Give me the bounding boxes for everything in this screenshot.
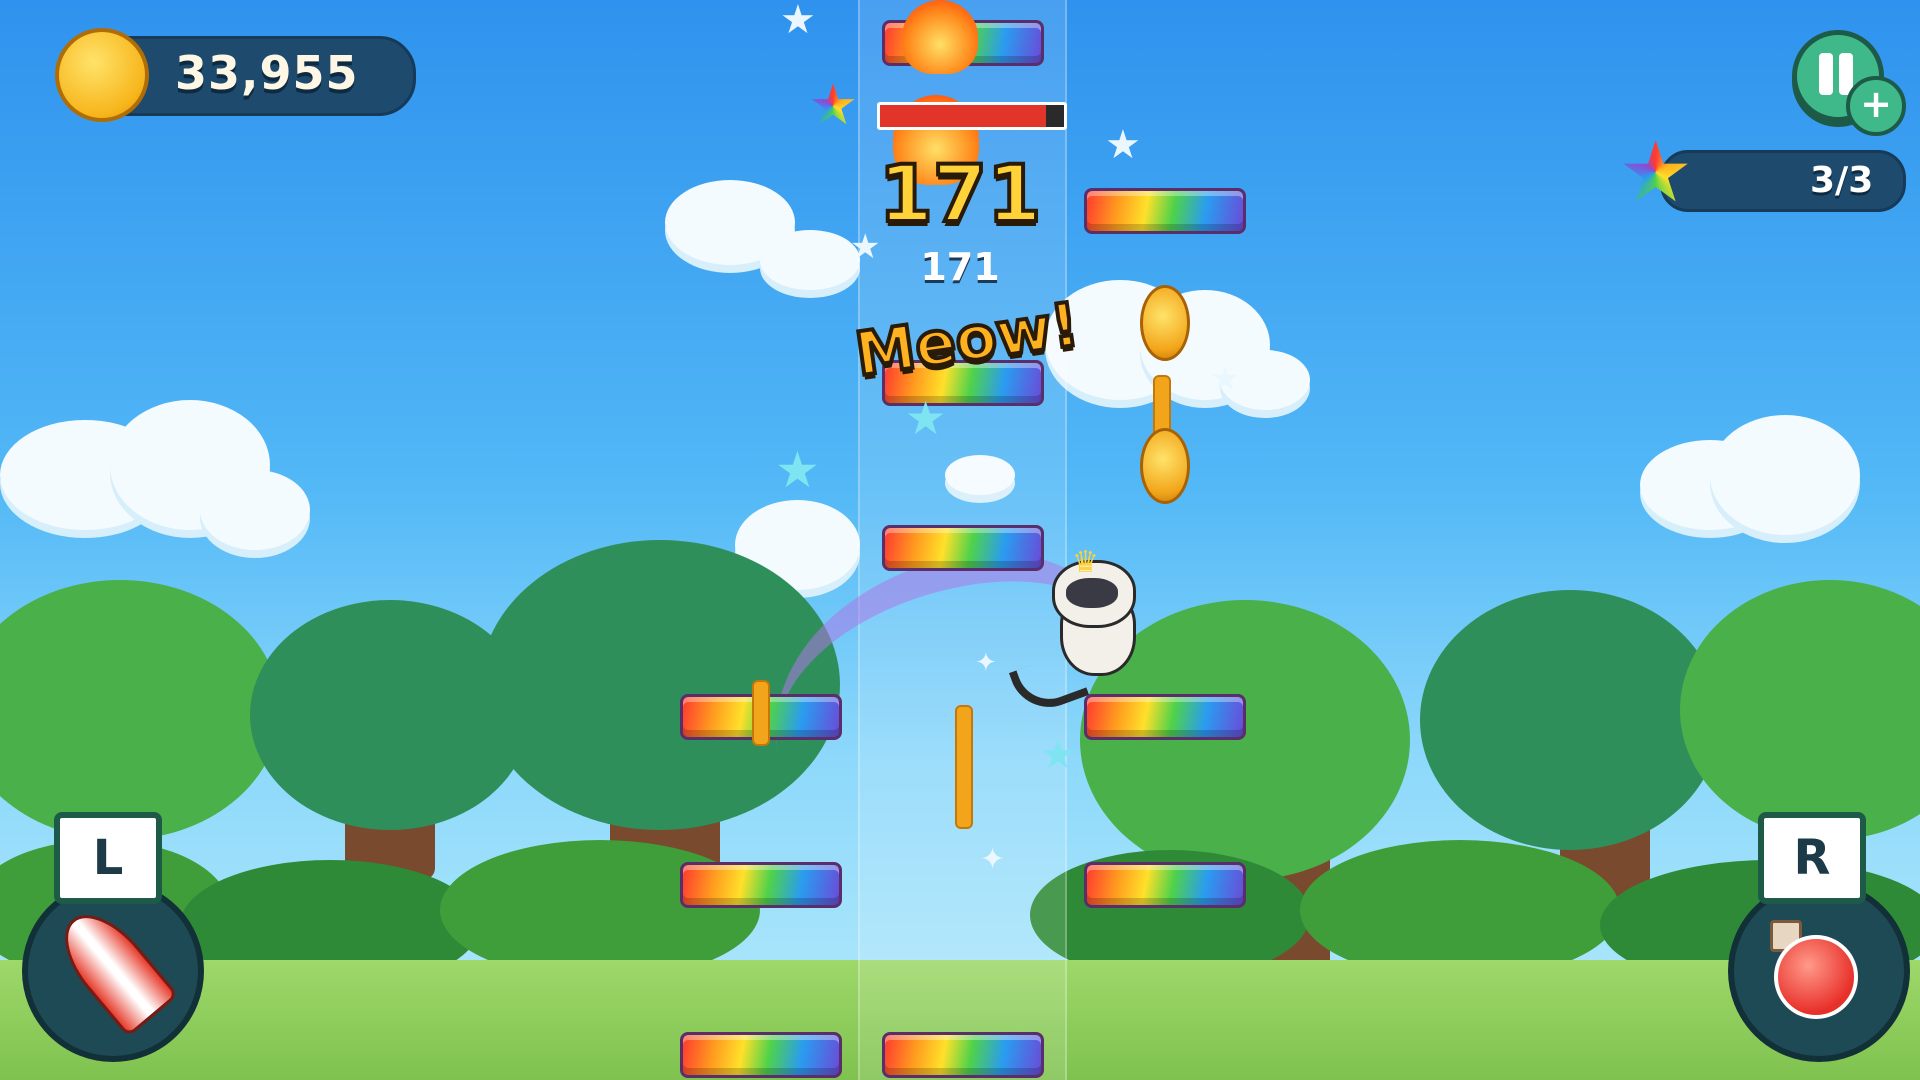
sparkle-star: ★	[1105, 122, 1141, 168]
cloud	[1710, 415, 1860, 535]
powerup-key-right: R	[1758, 812, 1866, 904]
potion-icon	[1774, 935, 1858, 1019]
level-progress-bar	[877, 102, 1067, 130]
height-counter-large: 171	[877, 148, 1044, 242]
rainbow-platform	[1084, 694, 1246, 740]
rainbow-star-icon: ★	[808, 73, 859, 138]
coin-pickup-edge	[752, 680, 770, 746]
coin-count: 33,955	[175, 46, 359, 100]
sparkle-star: ★	[905, 391, 947, 445]
rainbow-platform	[882, 525, 1044, 571]
rainbow-platform	[882, 1032, 1044, 1078]
cloud	[760, 230, 860, 290]
sparkle-star: ★	[1210, 359, 1241, 399]
sparkle-star: ★	[780, 0, 816, 43]
paw-coin-icon	[55, 28, 149, 122]
rainbow-star-icon: ★	[1618, 123, 1694, 221]
rainbow-platform	[680, 862, 842, 908]
rainbow-platform	[1084, 188, 1246, 234]
rainbow-platform	[1084, 862, 1246, 908]
rainbow-platform	[680, 1032, 842, 1078]
sparkle-star: ★	[1040, 732, 1076, 778]
bush	[440, 840, 760, 980]
sparkle-star: ✦	[980, 842, 1006, 877]
sparkle-star: ★	[775, 441, 820, 499]
height-counter-small: 171	[920, 245, 1000, 289]
flame-effect	[902, 0, 978, 74]
tree-canopy	[1420, 590, 1720, 850]
star-count: 3/3	[1810, 160, 1874, 201]
powerup-key-left: L	[54, 812, 162, 904]
cat-face-mask	[1066, 578, 1118, 608]
crown-icon: ♛	[1072, 545, 1099, 580]
coin-pickup	[1140, 285, 1190, 361]
coin-pickup	[1140, 428, 1190, 504]
coin-pickup-edge	[955, 705, 973, 829]
bush	[1300, 840, 1620, 980]
sparkle-star: ✦	[975, 648, 997, 678]
add-button[interactable]: +	[1846, 76, 1906, 136]
level-progress-fill	[880, 105, 1046, 127]
pause-icon	[1819, 53, 1833, 95]
cloud	[200, 470, 310, 550]
